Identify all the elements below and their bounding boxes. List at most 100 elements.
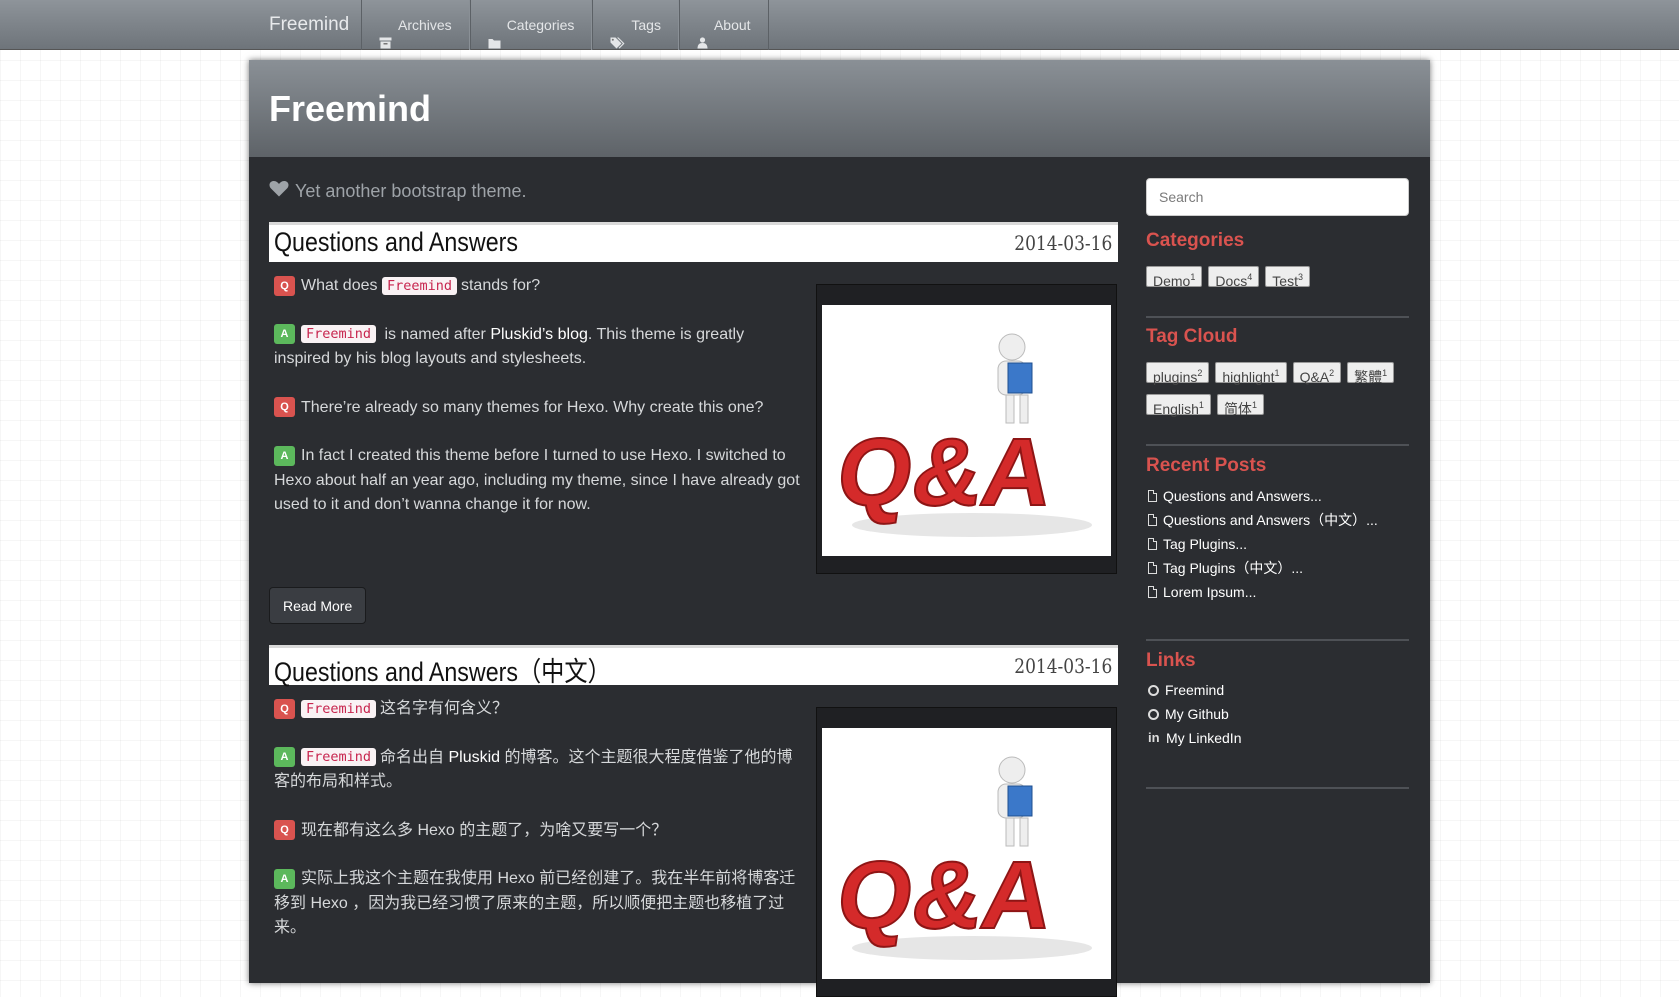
question-badge: Q [274, 698, 295, 719]
answer-paragraph: A Freemind 命名出自 Pluskid 的博客。这个主题很大程度借鉴了他的博… [274, 746, 804, 795]
folder-icon [488, 19, 501, 49]
qa-image-text: Q&A [831, 842, 1059, 948]
post-date: 2014-03-16 [1013, 231, 1112, 255]
tag-count: 2 [1329, 368, 1335, 378]
link-label: Questions and Answers... [1163, 488, 1322, 504]
tag-name: Demo [1153, 273, 1191, 289]
cloud-tag[interactable]: Q&A2 [1292, 362, 1342, 385]
category-tag[interactable]: Test3 [1265, 266, 1310, 289]
text: In fact I created this theme before I tu… [274, 447, 800, 513]
qa-image-text: Q&A [831, 419, 1059, 525]
search-input[interactable] [1146, 178, 1409, 216]
tag-count: 1 [1190, 272, 1196, 282]
link-label: My Github [1165, 706, 1229, 722]
cloud-tag[interactable]: 简体1 [1216, 394, 1264, 417]
post-title[interactable]: Questions and Answers（中文） [274, 650, 611, 689]
text: is named after [384, 325, 486, 343]
tag-count: 2 [1197, 368, 1203, 378]
nav-categories[interactable]: Categories [469, 0, 593, 50]
tag-count: 1 [1198, 400, 1204, 410]
recent-post-link[interactable]: Questions and Answers... [1148, 484, 1378, 508]
external-link[interactable]: My Github [1148, 702, 1241, 726]
tag-count: 1 [1382, 368, 1388, 378]
recent-post-link[interactable]: Questions and Answers（中文）... [1148, 508, 1378, 532]
text: There’re already so many themes for Hexo… [301, 398, 764, 416]
post-thumbnail: Q&A [816, 707, 1117, 997]
site-title: Freemind [269, 88, 432, 129]
divider [1146, 639, 1409, 641]
category-tag[interactable]: Docs4 [1208, 266, 1260, 289]
nav-archives[interactable]: Archives [361, 0, 470, 50]
code-inline: Freemind [381, 276, 457, 295]
tag-count: 4 [1247, 272, 1253, 282]
category-tag[interactable]: Demo1 [1146, 266, 1203, 289]
answer-paragraph: A Freemind is named after Pluskid’s blog.… [274, 323, 804, 372]
link-label: Freemind [1165, 682, 1225, 698]
code-inline: Freemind [301, 748, 377, 767]
tag-name: highlight [1222, 369, 1275, 385]
answer-paragraph: A 实际上我这个主题在我使用 Hexo 前已经创建了。我在半年前将博客迁移到 He… [274, 867, 804, 941]
code-inline: Freemind [301, 699, 377, 718]
text: 命名出自 [380, 748, 445, 766]
recent-posts-heading: Recent Posts [1146, 455, 1267, 476]
pluskid-link[interactable]: Pluskid [449, 749, 501, 766]
tag-name: Test [1272, 273, 1298, 289]
cloud-tag[interactable]: plugins2 [1146, 362, 1210, 385]
linkedin-icon: in [1148, 730, 1160, 745]
answer-badge: A [274, 747, 295, 768]
nav-categories-label: Categories [506, 17, 575, 33]
post-header: Questions and Answers（中文） 2014-03-16 [269, 645, 1118, 687]
text: 现在都有这么多 Hexo 的主题了，为啥又要写一个？ [301, 821, 668, 839]
text: 实际上我这个主题在我使用 Hexo 前已经创建了。我在半年前将博客迁移到 Hex… [274, 870, 796, 936]
navbar-brand[interactable]: Freemind [269, 0, 349, 50]
answer-badge: A [274, 324, 295, 345]
recent-post-link[interactable]: Tag Plugins... [1148, 532, 1378, 556]
nav-archives-label: Archives [398, 17, 452, 33]
post-title[interactable]: Questions and Answers [274, 227, 518, 258]
github-icon [1148, 684, 1159, 696]
question-paragraph: Q 现在都有这么多 Hexo 的主题了，为啥又要写一个？ [274, 819, 804, 844]
tag-name: 简体 [1223, 401, 1252, 417]
question-badge: Q [274, 397, 295, 418]
external-link[interactable]: in My LinkedIn [1148, 726, 1241, 750]
tagline: Yet another bootstrap theme. [269, 180, 527, 202]
file-icon [1148, 490, 1157, 502]
question-paragraph: Q What does Freemind stands for? [274, 274, 804, 299]
divider [1146, 787, 1409, 789]
link-label: Tag Plugins... [1163, 536, 1248, 552]
cloud-tag[interactable]: English1 [1146, 394, 1211, 417]
recent-post-link[interactable]: Lorem Ipsum... [1148, 580, 1378, 604]
answer-badge: A [274, 868, 295, 889]
question-paragraph: Q There’re already so many themes for Hex… [274, 396, 804, 421]
cloud-tag[interactable]: highlight1 [1215, 362, 1287, 385]
divider [1146, 444, 1409, 446]
nav-about-label: About [713, 17, 751, 33]
nav-tags[interactable]: Tags [592, 0, 679, 50]
question-badge: Q [274, 275, 295, 296]
tagcloud-heading: Tag Cloud [1146, 326, 1238, 347]
question-badge: Q [274, 820, 295, 841]
nav-links: Archives Categories Tags About [361, 0, 769, 50]
archive-icon [379, 19, 392, 49]
nav-tags-label: Tags [631, 17, 661, 33]
categories-heading: Categories [1146, 230, 1245, 251]
code-inline: Freemind [301, 325, 377, 344]
pluskid-link[interactable]: Pluskid’s blog [490, 326, 588, 343]
nav-about[interactable]: About [678, 0, 769, 50]
file-icon [1148, 538, 1157, 550]
cloud-tag[interactable]: 繁體1 [1347, 362, 1395, 385]
navbar: Freemind Archives Categories Tags About [0, 0, 1679, 50]
link-label: My LinkedIn [1166, 730, 1242, 746]
recent-post-link[interactable]: Tag Plugins（中文）... [1148, 556, 1378, 580]
tag-count: 1 [1251, 400, 1257, 410]
qa-image: Q&A [822, 305, 1111, 556]
links-list: Freemind My Github in My LinkedIn [1148, 678, 1241, 750]
post-excerpt: Q What does Freemind stands for? A Freemind… [274, 274, 804, 542]
external-link[interactable]: Freemind [1148, 678, 1241, 702]
tag-cloud-row: plugins2 highlight1 Q&A2 繁體1 [1146, 362, 1396, 385]
text: What does [301, 277, 378, 294]
github-icon [1148, 708, 1159, 720]
tag-count: 1 [1274, 368, 1280, 378]
read-more-button[interactable]: Read More [269, 587, 367, 624]
site-header: Freemind [249, 60, 1430, 157]
